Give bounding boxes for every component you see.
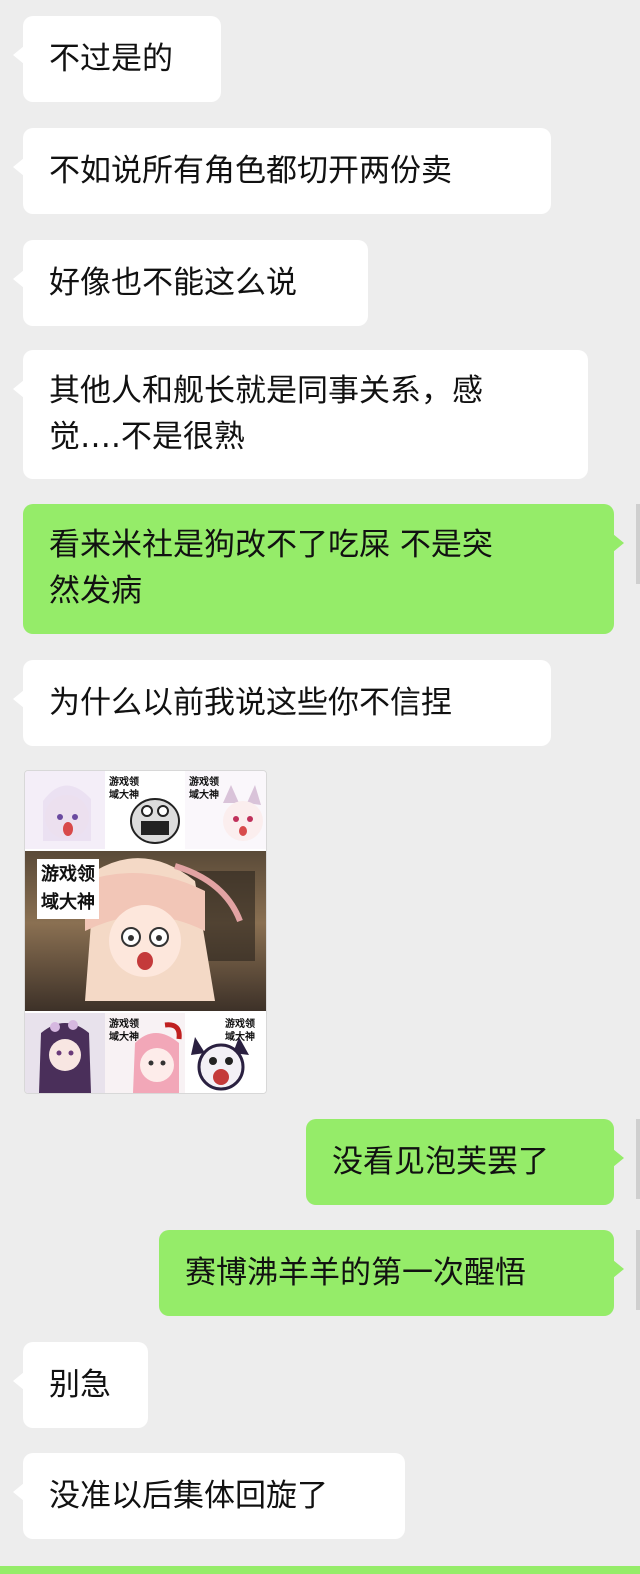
message-bubble-right[interactable]: 看来米社是狗改不了吃屎 不是突 然发病 bbox=[23, 504, 624, 634]
message-text: 别急 bbox=[49, 1367, 111, 1403]
message-bubble-right[interactable]: 没看见泡芙罢了 bbox=[306, 1119, 624, 1205]
sticker-caption: 域大神 bbox=[225, 1032, 255, 1043]
message-text-line: 看来米社是狗改不了吃屎 不是突 bbox=[49, 527, 493, 563]
sticker-panel: 游戏领 域大神 bbox=[185, 1013, 266, 1093]
anime-girl-illustration bbox=[43, 785, 91, 841]
message-text: 为什么以前我说这些你不信捏 bbox=[49, 685, 452, 721]
sticker-main-caption: 游戏领 域大神 bbox=[37, 859, 99, 919]
message-text: 没准以后集体回旋了 bbox=[49, 1478, 328, 1514]
sticker-caption: 游戏领 bbox=[109, 1019, 139, 1030]
message-bubble-left[interactable]: 不如说所有角色都切开两份卖 bbox=[13, 128, 551, 214]
dark-hair-girl-illustration bbox=[39, 1020, 91, 1093]
sticker-panel bbox=[25, 1013, 105, 1093]
message-text: 没看见泡芙罢了 bbox=[332, 1144, 549, 1180]
sticker-panel: 游戏领 域大神 bbox=[185, 771, 266, 849]
message-bubble-right[interactable]: 赛博沸羊羊的第一次醒悟 bbox=[159, 1230, 624, 1316]
message-bubble-left[interactable]: 为什么以前我说这些你不信捏 bbox=[13, 660, 551, 746]
message-text-line: 然发病 bbox=[49, 573, 142, 609]
sticker-caption: 域大神 bbox=[109, 1032, 139, 1043]
message-bubble-left[interactable]: 不过是的 bbox=[13, 16, 221, 102]
avatar-edge bbox=[636, 504, 640, 584]
sticker-caption: 游戏领 bbox=[189, 777, 219, 788]
avatar-edge bbox=[636, 1119, 640, 1199]
sticker-panel bbox=[25, 771, 105, 849]
message-text: 不如说所有角色都切开两份卖 bbox=[49, 153, 452, 189]
avatar-edge bbox=[636, 1230, 640, 1310]
sticker-panel: 游戏领 域大神 bbox=[105, 1013, 185, 1093]
message-text: 赛博沸羊羊的第一次醒悟 bbox=[185, 1255, 526, 1291]
message-text-line: 其他人和舰长就是同事关系，感 bbox=[49, 373, 483, 409]
sticker-main-panel: 游戏领 域大神 bbox=[25, 851, 266, 1011]
sticker-caption: 域大神 bbox=[189, 790, 219, 801]
message-bubble-left[interactable]: 好像也不能这么说 bbox=[13, 240, 368, 326]
message-bubble-left[interactable]: 没准以后集体回旋了 bbox=[13, 1453, 405, 1539]
sticker-caption: 游戏领 bbox=[225, 1019, 255, 1030]
message-text: 好像也不能这么说 bbox=[49, 265, 297, 301]
message-text: 不过是的 bbox=[49, 41, 173, 77]
sticker-image[interactable]: 游戏领 域大神 游戏领 域大神 游戏领 域大神 游戏领 域大神 游戏领 域大神 bbox=[24, 770, 267, 1094]
message-bubble-left[interactable]: 其他人和舰长就是同事关系，感 觉….不是很熟 bbox=[13, 350, 588, 479]
message-bubble-right-partial[interactable] bbox=[0, 1566, 640, 1574]
sticker-caption: 域大神 bbox=[109, 790, 139, 801]
sticker-caption: 游戏领 bbox=[109, 777, 139, 788]
message-bubble-left[interactable]: 别急 bbox=[13, 1342, 148, 1428]
sticker-panel: 游戏领 域大神 bbox=[105, 771, 185, 849]
message-text-line: 觉….不是很熟 bbox=[49, 419, 245, 455]
